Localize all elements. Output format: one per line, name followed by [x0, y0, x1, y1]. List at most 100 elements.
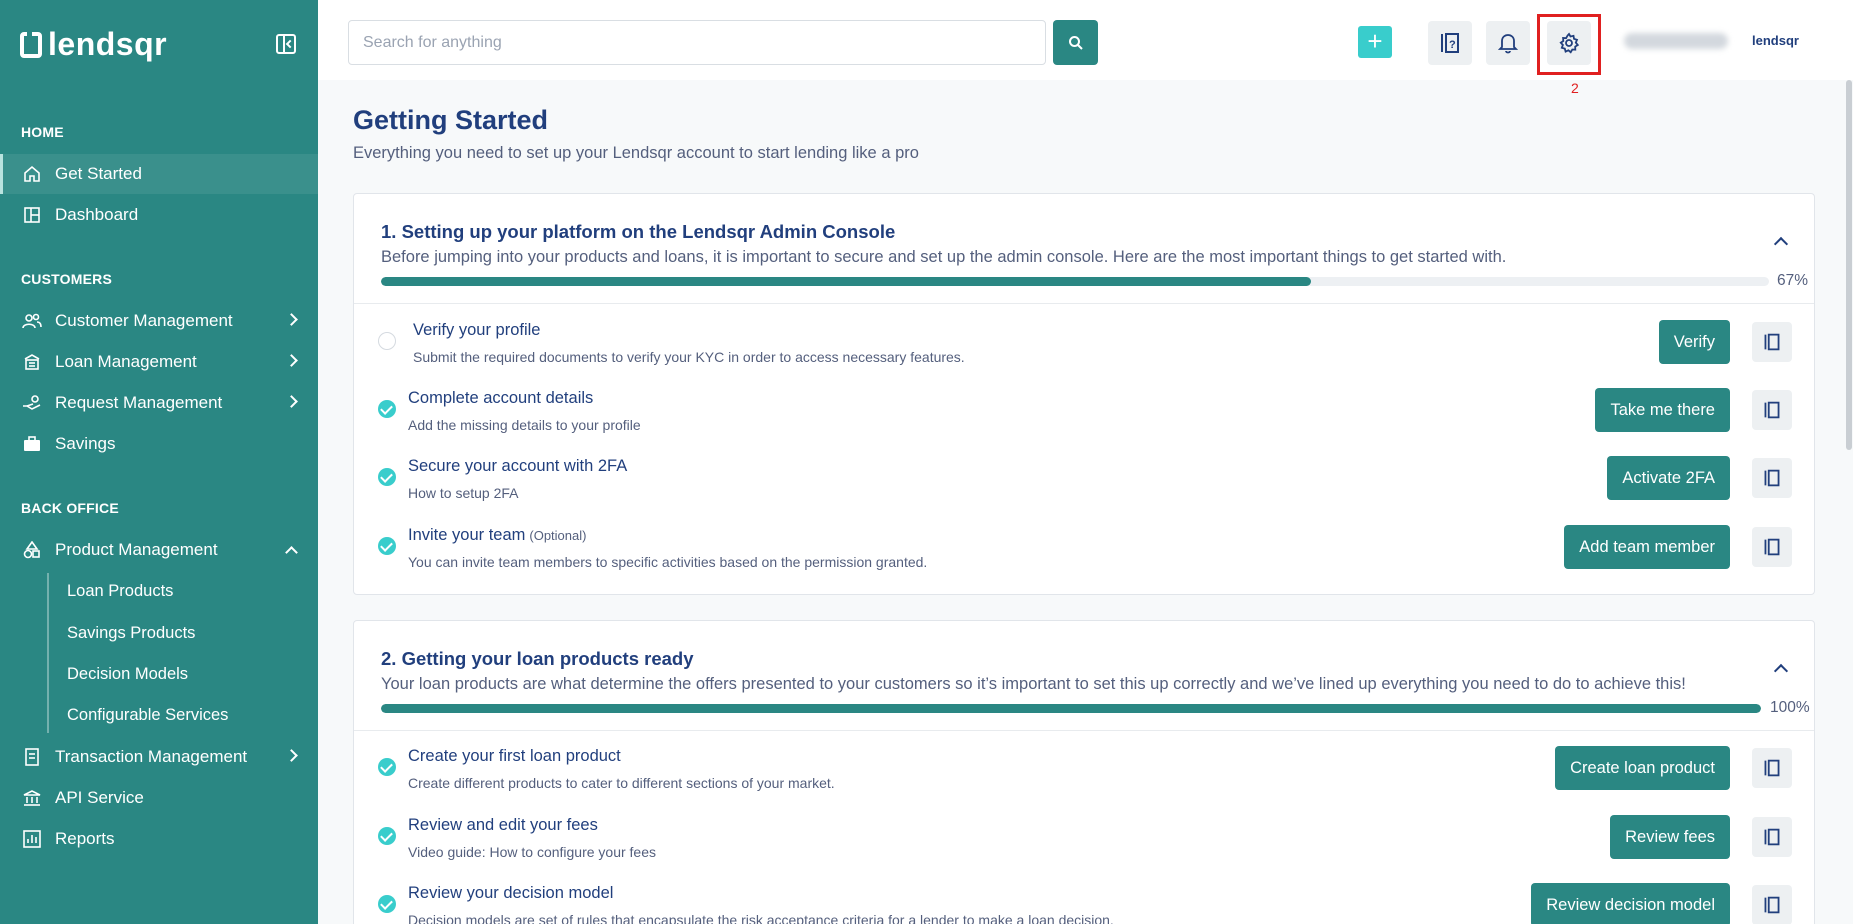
- sidebar-subitem-savings-products[interactable]: Savings Products: [67, 624, 195, 643]
- submenu-divider: [47, 573, 49, 733]
- help-book-icon[interactable]: [1752, 817, 1792, 857]
- sidebar-item-reports[interactable]: Reports: [0, 819, 318, 859]
- sidebar-item-dashboard[interactable]: Dashboard: [0, 195, 318, 235]
- activate-2fa-button[interactable]: Activate 2FA: [1607, 456, 1730, 500]
- pending-circle-icon: [378, 332, 396, 350]
- home-icon: [22, 164, 42, 184]
- check-circle-icon: [378, 468, 396, 486]
- bell-icon: [1498, 34, 1518, 54]
- sidebar-item-transaction-management[interactable]: Transaction Management: [0, 737, 318, 777]
- review-fees-button[interactable]: Review fees: [1610, 815, 1730, 859]
- task-title: Verify your profile: [413, 321, 541, 339]
- briefcase-icon: [22, 434, 42, 454]
- sidebar-item-savings[interactable]: Savings: [0, 424, 318, 464]
- annotation-number: 2: [1571, 80, 1579, 96]
- list-item: Invite your team (Optional) You can invit…: [354, 516, 1814, 584]
- help-book-icon[interactable]: [1752, 322, 1792, 362]
- task-title: Invite your team (Optional): [408, 526, 586, 545]
- sidebar-item-customer-management[interactable]: Customer Management: [0, 301, 318, 341]
- task-title: Review your decision model: [408, 884, 614, 902]
- page-title: Getting Started: [353, 105, 549, 135]
- page-subtitle: Everything you need to set up your Lends…: [353, 144, 919, 162]
- check-circle-icon: [378, 758, 396, 776]
- notifications-button[interactable]: [1486, 21, 1530, 65]
- sidebar-item-api-service[interactable]: API Service: [0, 778, 318, 818]
- help-book-icon[interactable]: [1752, 527, 1792, 567]
- task-description: Submit the required documents to verify …: [413, 349, 965, 365]
- progress-fill: [381, 277, 1311, 286]
- help-book-icon[interactable]: [1752, 458, 1792, 498]
- card-title: 1. Setting up your platform on the Lends…: [381, 221, 896, 242]
- sidebar-item-label: Dashboard: [55, 205, 139, 224]
- topbar: + ? 2 lendsqr: [318, 0, 1853, 96]
- list-item: Create your first loan product Create di…: [354, 737, 1814, 805]
- task-description: How to setup 2FA: [408, 485, 519, 501]
- list-item: Review and edit your fees Video guide: H…: [354, 806, 1814, 874]
- sidebar-item-label: Transaction Management: [55, 747, 248, 766]
- sidebar-item-label: Customer Management: [55, 311, 233, 330]
- help-book-icon[interactable]: [1752, 748, 1792, 788]
- take-me-there-button[interactable]: Take me there: [1595, 388, 1730, 432]
- chevron-up-icon[interactable]: [1773, 236, 1789, 252]
- sidebar-item-product-management[interactable]: Product Management: [0, 530, 318, 570]
- section-home: HOME: [21, 124, 64, 140]
- sidebar-item-label: Savings: [55, 434, 116, 453]
- search-input[interactable]: [348, 20, 1046, 65]
- hand-money-icon: [22, 393, 42, 413]
- chevron-right-icon: [285, 313, 298, 326]
- review-decision-model-button[interactable]: Review decision model: [1531, 883, 1730, 924]
- list-item: Review your decision model Decision mode…: [354, 874, 1814, 924]
- sidebar-item-loan-management[interactable]: Loan Management: [0, 342, 318, 382]
- bank-loan-icon: [22, 352, 42, 372]
- task-description: Decision models are set of rules that en…: [408, 912, 1114, 924]
- progress-percent: 67%: [1777, 272, 1809, 289]
- setup-card-admin-console: 1. Setting up your platform on the Lends…: [353, 193, 1815, 595]
- org-logo: lendsqr: [1752, 33, 1799, 48]
- task-title: Complete account details: [408, 389, 594, 407]
- sidebar-subitem-decision-models[interactable]: Decision Models: [67, 665, 188, 684]
- sidebar-item-request-management[interactable]: Request Management: [0, 383, 318, 423]
- sidebar-item-label: Product Management: [55, 540, 218, 559]
- verify-button[interactable]: Verify: [1658, 320, 1730, 364]
- collapse-sidebar-icon[interactable]: [276, 34, 296, 54]
- card-header[interactable]: 2. Getting your loan products ready Your…: [354, 621, 1814, 731]
- chevron-right-icon: [285, 749, 298, 762]
- add-team-member-button[interactable]: Add team member: [1564, 525, 1730, 569]
- check-circle-icon: [378, 895, 396, 913]
- bar-chart-icon: [22, 829, 42, 849]
- section-back-office: BACK OFFICE: [21, 500, 119, 516]
- sidebar-subitem-loan-products[interactable]: Loan Products: [67, 582, 173, 601]
- help-book-icon[interactable]: [1752, 390, 1792, 430]
- create-loan-product-button[interactable]: Create loan product: [1555, 746, 1730, 790]
- task-title: Create your first loan product: [408, 747, 621, 765]
- chevron-up-icon: [285, 546, 298, 559]
- help-book-icon[interactable]: [1752, 885, 1792, 924]
- list-item: Complete account details Add the missing…: [354, 379, 1814, 447]
- institution-icon: [22, 788, 42, 808]
- card-header[interactable]: 1. Setting up your platform on the Lends…: [354, 194, 1814, 304]
- dashboard-icon: [22, 205, 42, 225]
- sidebar-item-label: Request Management: [55, 393, 223, 412]
- card-title: 2. Getting your loan products ready: [381, 648, 694, 669]
- add-button[interactable]: +: [1358, 26, 1392, 58]
- list-item: Secure your account with 2FA How to setu…: [354, 447, 1814, 515]
- brand-logo[interactable]: lendsqr: [20, 26, 167, 63]
- sidebar-item-get-started[interactable]: Get Started: [0, 154, 318, 194]
- search-icon: [1068, 35, 1083, 50]
- users-icon: [22, 311, 42, 331]
- help-book-icon: ?: [1441, 33, 1459, 53]
- search-button[interactable]: [1053, 20, 1098, 65]
- optional-tag: (Optional): [529, 528, 587, 543]
- task-description: Create different products to cater to di…: [408, 775, 835, 791]
- user-name-blurred[interactable]: [1624, 33, 1728, 49]
- setup-card-loan-products: 2. Getting your loan products ready Your…: [353, 620, 1815, 924]
- brand-name: lendsqr: [48, 26, 168, 62]
- check-circle-icon: [378, 827, 396, 845]
- help-docs-button[interactable]: ?: [1428, 21, 1472, 65]
- chevron-up-icon[interactable]: [1773, 663, 1789, 679]
- sidebar-item-label: Reports: [55, 829, 115, 848]
- progress-percent: 100%: [1770, 699, 1810, 716]
- sidebar-subitem-configurable-services[interactable]: Configurable Services: [67, 706, 228, 725]
- page-scrollbar[interactable]: [1846, 80, 1852, 450]
- chevron-right-icon: [285, 395, 298, 408]
